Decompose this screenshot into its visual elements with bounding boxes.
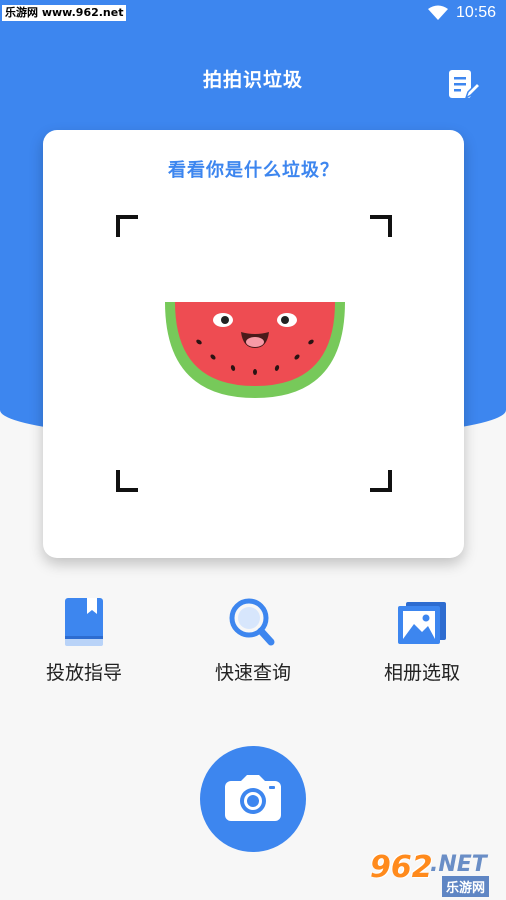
search-icon bbox=[229, 598, 275, 646]
quick-actions: 投放指导 快速查询 相册选取 bbox=[0, 590, 506, 700]
action-label: 快速查询 bbox=[214, 662, 291, 684]
watermark-logo: 962 .NET 乐游网 bbox=[370, 850, 498, 897]
status-bar: 乐游网 www.962.net 10:56 bbox=[0, 0, 506, 28]
scan-frame-corner-top-left bbox=[116, 215, 138, 237]
wifi-icon bbox=[427, 5, 448, 20]
action-label: 投放指导 bbox=[45, 662, 122, 684]
watermark-number: 962 bbox=[370, 850, 433, 885]
scan-card: 看看你是什么垃圾？ bbox=[43, 130, 464, 558]
scan-frame-corner-top-right bbox=[370, 215, 392, 237]
watermark-net: .NET bbox=[430, 852, 487, 877]
watermark-label: 乐游网 www.962.net bbox=[2, 5, 127, 21]
status-time: 10:56 bbox=[455, 4, 496, 21]
action-label: 相册选取 bbox=[383, 662, 460, 684]
watermelon-illustration bbox=[165, 302, 345, 398]
album-icon bbox=[398, 602, 446, 644]
watermark-cn: 乐游网 bbox=[442, 876, 490, 897]
action-album-pick[interactable]: 相册选取 bbox=[352, 590, 492, 685]
action-quick-search[interactable]: 快速查询 bbox=[183, 590, 323, 685]
action-disposal-guide[interactable]: 投放指导 bbox=[14, 590, 154, 685]
scan-frame-corner-bottom-right bbox=[370, 470, 392, 492]
book-icon bbox=[65, 598, 103, 646]
status-indicators: 10:56 bbox=[427, 4, 496, 22]
scan-frame-corner-bottom-left bbox=[116, 470, 138, 492]
camera-icon bbox=[225, 775, 281, 821]
notes-edit-icon[interactable] bbox=[446, 68, 480, 102]
app-title: 拍拍识垃圾 bbox=[202, 69, 303, 91]
scan-prompt: 看看你是什么垃圾？ bbox=[168, 160, 339, 181]
camera-button[interactable] bbox=[200, 746, 306, 852]
